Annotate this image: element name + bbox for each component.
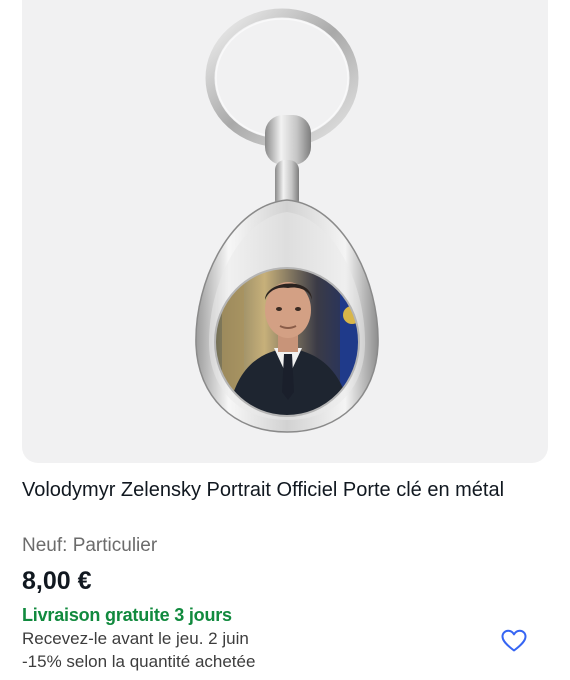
quantity-discount: -15% selon la quantité achetée — [22, 652, 256, 671]
item-price: 8,00 € — [22, 567, 92, 595]
heart-outline-icon — [501, 629, 527, 652]
item-condition: Neuf: Particulier — [22, 535, 158, 556]
shipping-info: Livraison gratuite 3 jours — [22, 605, 232, 625]
delivery-estimate: Recevez-le avant le jeu. 2 juin — [22, 629, 249, 648]
keychain-illustration — [195, 8, 379, 433]
watch-button[interactable] — [498, 625, 530, 657]
product-image[interactable] — [22, 0, 548, 463]
listing-title[interactable]: Volodymyr Zelensky Portrait Officiel Por… — [22, 476, 522, 505]
